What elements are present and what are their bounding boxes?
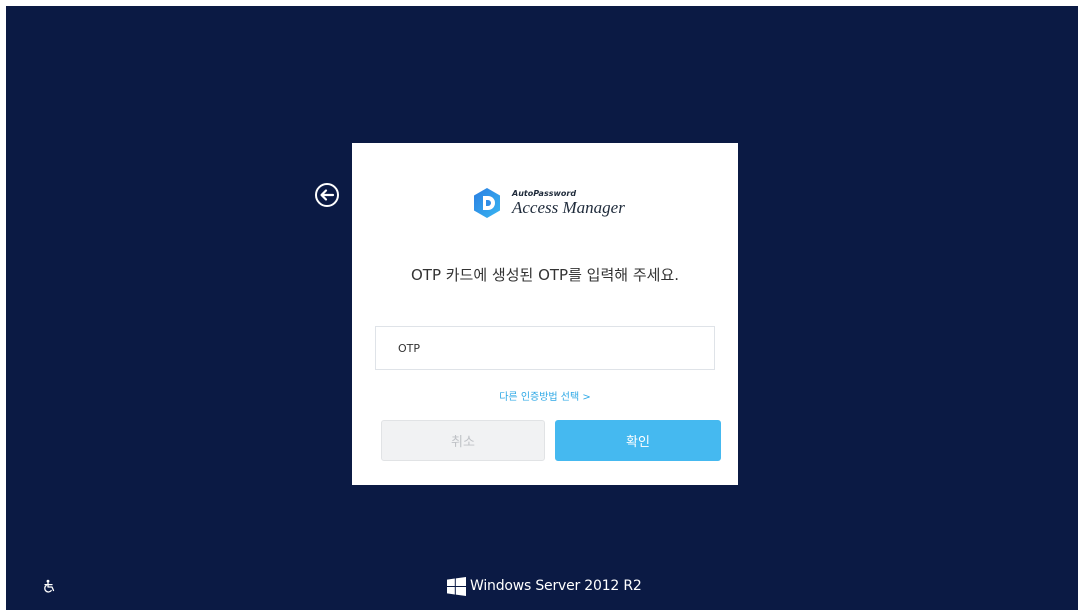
confirm-button[interactable]: 확인 bbox=[555, 420, 721, 461]
otp-input[interactable] bbox=[375, 326, 715, 370]
windows-branding: Windows Server 2012 R2 bbox=[447, 576, 642, 596]
lock-screen: AutoPassword Access Manager OTP 카드에 생성된 … bbox=[6, 6, 1078, 610]
windows-logo-icon bbox=[447, 576, 466, 596]
alternate-auth-method-link[interactable]: 다른 인증방법 선택 > bbox=[352, 388, 738, 403]
autopassword-logo-icon bbox=[474, 188, 500, 218]
back-button[interactable] bbox=[314, 182, 340, 208]
logo-product-text: Access Manager bbox=[512, 198, 625, 217]
otp-prompt: OTP 카드에 생성된 OTP를 입력해 주세요. bbox=[410, 266, 680, 284]
arrow-left-circle-icon bbox=[315, 183, 339, 207]
os-name-text: Windows Server 2012 R2 bbox=[470, 578, 642, 594]
login-card: AutoPassword Access Manager OTP 카드에 생성된 … bbox=[352, 143, 738, 485]
ease-of-access-icon[interactable] bbox=[43, 579, 57, 593]
app-logo: AutoPassword Access Manager bbox=[472, 186, 625, 220]
logo-brand-text: AutoPassword bbox=[512, 189, 577, 198]
cancel-button[interactable]: 취소 bbox=[381, 420, 545, 461]
